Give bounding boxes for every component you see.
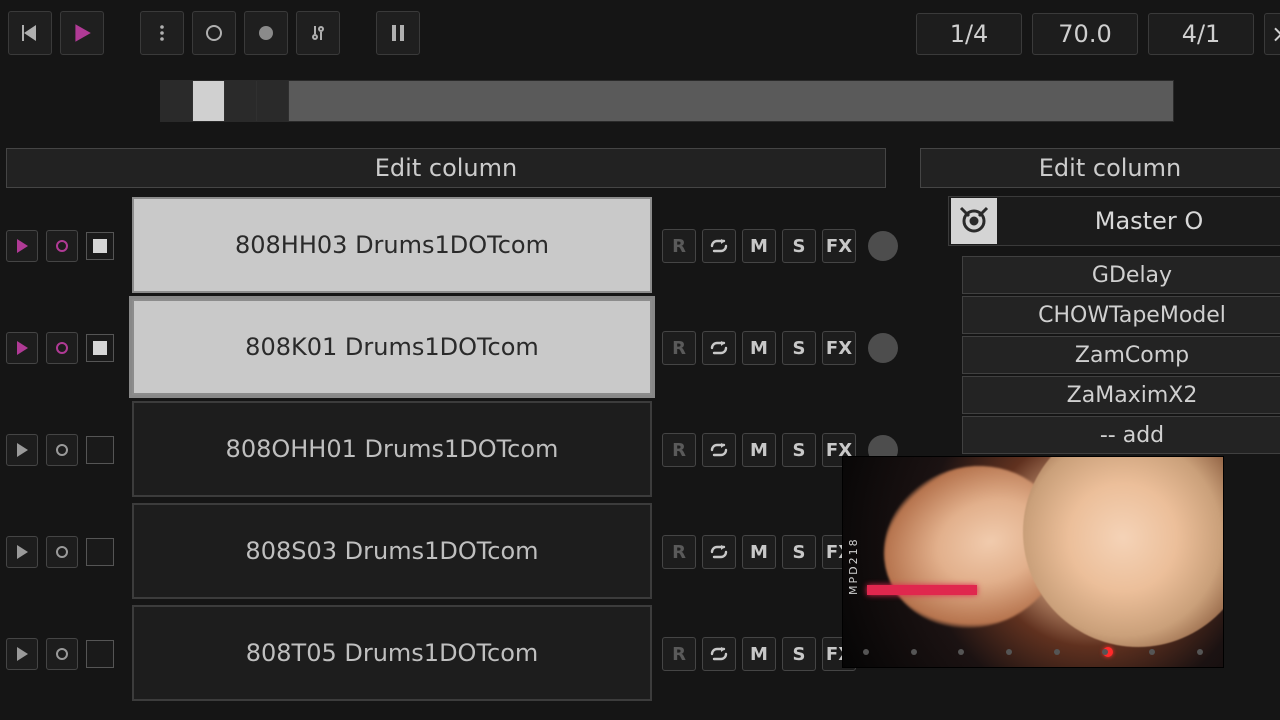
track-mute-button[interactable]: M — [742, 433, 776, 467]
track-play-button[interactable] — [6, 434, 38, 466]
record-outline-button[interactable] — [192, 11, 236, 55]
track-row: 808HH03 Drums1DOTcom R M S FX — [6, 195, 906, 297]
track-read-button[interactable]: R — [662, 433, 696, 467]
timesig-display[interactable]: 4/1 — [1148, 13, 1254, 55]
rewind-button[interactable] — [8, 11, 52, 55]
track-loop-button[interactable] — [702, 637, 736, 671]
edit-column-header-left[interactable]: Edit column — [6, 148, 886, 188]
track-loop-button[interactable] — [702, 229, 736, 263]
track-solo-button[interactable]: S — [782, 331, 816, 365]
track-read-button[interactable]: R — [662, 331, 696, 365]
track-read-button[interactable]: R — [662, 535, 696, 569]
timeline-scroll-thumb[interactable] — [289, 81, 1173, 121]
transport-readouts: 1/4 70.0 4/1 × — [916, 13, 1280, 55]
track-play-button[interactable] — [6, 638, 38, 670]
clip[interactable]: 808HH03 Drums1DOTcom — [132, 197, 652, 293]
clip[interactable]: 808S03 Drums1DOTcom — [132, 503, 652, 599]
clip[interactable]: 808OHH01 Drums1DOTcom — [132, 401, 652, 497]
more-menu-button[interactable] — [140, 11, 184, 55]
track-controls-left — [6, 332, 114, 364]
clip[interactable]: 808T05 Drums1DOTcom — [132, 605, 652, 701]
track-row: 808OHH01 Drums1DOTcom R M S FX — [6, 399, 906, 501]
track-row: 808K01 Drums1DOTcom R M S FX — [6, 297, 906, 399]
track-read-button[interactable]: R — [662, 229, 696, 263]
edit-column-header-right[interactable]: Edit column — [920, 148, 1280, 188]
track-mute-button[interactable]: M — [742, 331, 776, 365]
track-volume-knob[interactable] — [868, 333, 898, 363]
master-title: Master O — [999, 207, 1280, 235]
track-record-button[interactable] — [46, 536, 78, 568]
track-solo-button[interactable]: S — [782, 535, 816, 569]
track-controls-right: R M S FX — [662, 229, 898, 263]
track-mute-button[interactable]: M — [742, 229, 776, 263]
track-row: 808T05 Drums1DOTcom R M S FX — [6, 603, 906, 705]
track-loop-button[interactable] — [702, 433, 736, 467]
track-solo-button[interactable]: S — [782, 229, 816, 263]
track-play-button[interactable] — [6, 332, 38, 364]
controller-lit-pad-icon — [867, 585, 977, 595]
master-logo-icon — [951, 198, 997, 244]
transport-toolbar — [8, 10, 420, 56]
track-record-button[interactable] — [46, 230, 78, 262]
track-record-button[interactable] — [46, 332, 78, 364]
track-loop-button[interactable] — [702, 331, 736, 365]
clip-label: 808S03 Drums1DOTcom — [245, 537, 538, 565]
track-arm-indicator[interactable] — [86, 334, 114, 362]
track-fx-button[interactable]: FX — [822, 229, 856, 263]
master-channel-header[interactable]: Master O — [948, 196, 1280, 246]
track-volume-knob[interactable] — [868, 231, 898, 261]
track-record-button[interactable] — [46, 638, 78, 670]
track-read-button[interactable]: R — [662, 637, 696, 671]
track-controls-left — [6, 638, 114, 670]
fx-slot[interactable]: GDelay — [962, 256, 1280, 294]
pause-button[interactable] — [376, 11, 420, 55]
fx-slot[interactable]: ZaMaximX2 — [962, 376, 1280, 414]
track-controls-right: R M S FX — [662, 535, 856, 569]
track-controls-left — [6, 536, 114, 568]
bpm-display[interactable]: 70.0 — [1032, 13, 1138, 55]
track-controls-right: R M S FX — [662, 331, 898, 365]
controller-webcam-overlay: MPD218 — [842, 456, 1224, 668]
play-button[interactable] — [60, 11, 104, 55]
clip-label: 808K01 Drums1DOTcom — [245, 333, 539, 361]
track-solo-button[interactable]: S — [782, 433, 816, 467]
track-record-button[interactable] — [46, 434, 78, 466]
fx-chain: GDelay CHOWTapeModel ZamComp ZaMaximX2 -… — [962, 256, 1280, 454]
track-arm-indicator[interactable] — [86, 232, 114, 260]
timeline[interactable] — [160, 80, 1174, 122]
track-arm-indicator[interactable] — [86, 538, 114, 566]
track-play-button[interactable] — [6, 230, 38, 262]
track-solo-button[interactable]: S — [782, 637, 816, 671]
controller-model-label: MPD218 — [847, 495, 867, 595]
track-mute-button[interactable]: M — [742, 535, 776, 569]
record-solid-button[interactable] — [244, 11, 288, 55]
track-fx-button[interactable]: FX — [822, 331, 856, 365]
track-controls-right: R M S FX — [662, 637, 856, 671]
clip-label: 808HH03 Drums1DOTcom — [235, 231, 549, 259]
track-arm-indicator[interactable] — [86, 436, 114, 464]
track-controls-left — [6, 434, 114, 466]
fx-add-slot[interactable]: -- add — [962, 416, 1280, 454]
track-arm-indicator[interactable] — [86, 640, 114, 668]
track-controls-left — [6, 230, 114, 262]
fx-slot[interactable]: CHOWTapeModel — [962, 296, 1280, 334]
track-mute-button[interactable]: M — [742, 637, 776, 671]
clip-label: 808T05 Drums1DOTcom — [246, 639, 539, 667]
input-trigger-button[interactable] — [296, 11, 340, 55]
timeline-cells — [161, 81, 289, 121]
fx-slot[interactable]: ZamComp — [962, 336, 1280, 374]
clip-label: 808OHH01 Drums1DOTcom — [226, 435, 559, 463]
track-row: 808S03 Drums1DOTcom R M S FX — [6, 501, 906, 603]
clip[interactable]: 808K01 Drums1DOTcom — [132, 299, 652, 395]
track-list: 808HH03 Drums1DOTcom R M S FX 808K01 Dru… — [6, 195, 906, 705]
track-play-button[interactable] — [6, 536, 38, 568]
beat-display[interactable]: 1/4 — [916, 13, 1022, 55]
extra-readout[interactable]: × — [1264, 13, 1280, 55]
track-loop-button[interactable] — [702, 535, 736, 569]
